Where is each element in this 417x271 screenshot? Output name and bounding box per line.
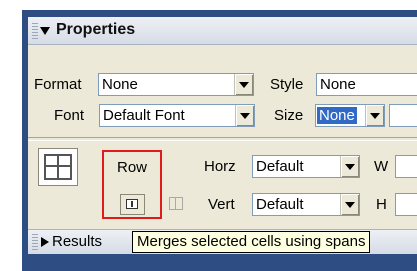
format-label: Format: [34, 76, 82, 93]
vert-value: Default: [256, 196, 304, 213]
format-value: None: [102, 76, 138, 93]
size-value: None: [317, 107, 357, 124]
font-select[interactable]: Default Font: [99, 104, 255, 127]
properties-title: Properties: [56, 21, 136, 38]
height-field[interactable]: [395, 193, 417, 216]
h-label: H: [376, 196, 387, 213]
dropdown-arrow-icon: [239, 82, 249, 88]
grip-icon[interactable]: [32, 23, 38, 39]
size-label: Size: [274, 107, 304, 124]
merge-cells-button[interactable]: [120, 194, 145, 215]
format-dropdown-button[interactable]: [234, 74, 253, 95]
size-dropdown-button[interactable]: [365, 105, 384, 126]
split-cells-button[interactable]: [165, 194, 188, 215]
style-select[interactable]: None: [316, 73, 417, 96]
results-title: Results: [52, 233, 103, 250]
merge-cells-icon: [126, 199, 138, 209]
format-select[interactable]: None: [98, 73, 254, 96]
w-label: W: [374, 158, 389, 175]
vert-select[interactable]: Default: [252, 193, 360, 216]
font-dropdown-button[interactable]: [235, 105, 254, 126]
properties-panel: Format None Style None Font Default Font…: [28, 45, 417, 229]
collapse-triangle-icon[interactable]: [40, 27, 50, 35]
dropdown-arrow-icon: [240, 113, 250, 119]
split-cells-icon: [169, 197, 183, 210]
properties-header[interactable]: Properties: [28, 17, 417, 45]
frame-bottom: [22, 255, 417, 271]
vert-dropdown-button[interactable]: [340, 194, 359, 215]
dropdown-arrow-icon: [370, 113, 380, 119]
dropdown-arrow-icon: [345, 202, 355, 208]
horz-value: Default: [256, 158, 304, 175]
horz-label: Horz: [204, 158, 236, 175]
horz-select[interactable]: Default: [252, 155, 360, 178]
dropdown-arrow-icon: [345, 164, 355, 170]
row-label: Row: [117, 159, 148, 176]
width-field[interactable]: [395, 155, 417, 178]
font-value: Default Font: [103, 107, 185, 124]
size-select[interactable]: None: [315, 104, 385, 127]
font-label: Font: [54, 107, 85, 124]
vert-label: Vert: [208, 196, 235, 213]
expand-triangle-icon[interactable]: [41, 237, 49, 247]
table-cell-icon: [38, 148, 78, 186]
grip-icon[interactable]: [32, 234, 38, 250]
horz-dropdown-button[interactable]: [340, 156, 359, 177]
divider: [28, 137, 417, 141]
merge-cells-tooltip: Merges selected cells using spans: [132, 231, 371, 253]
style-label: Style: [270, 76, 304, 93]
size-extra-field[interactable]: [389, 104, 417, 127]
style-value: None: [320, 76, 356, 93]
